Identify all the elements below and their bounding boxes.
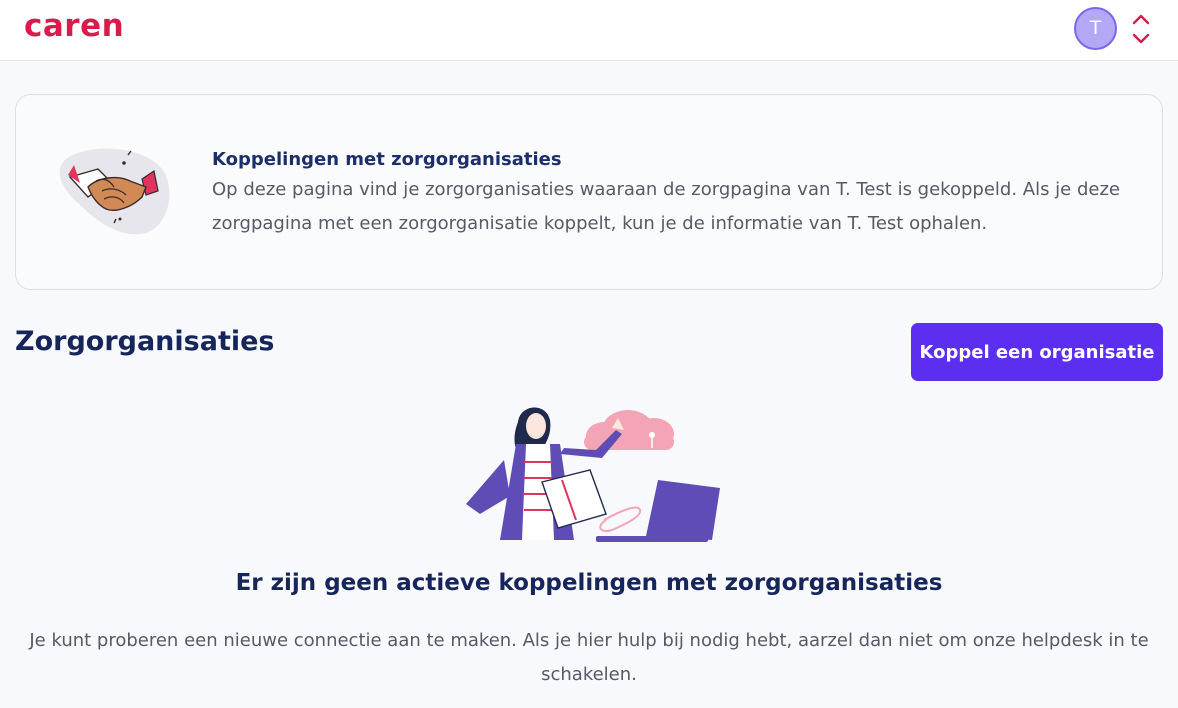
caren-logo[interactable]: caren — [24, 8, 124, 44]
chevron-up-down-icon[interactable] — [1128, 12, 1154, 46]
connect-organisation-button[interactable]: Koppel een organisatie — [911, 323, 1163, 381]
empty-state-description: Je kunt proberen een nieuwe connectie aa… — [29, 630, 1149, 685]
info-card: Koppelingen met zorgorganisaties Op deze… — [15, 94, 1163, 290]
user-avatar[interactable]: T — [1074, 7, 1117, 50]
top-bar: caren T — [0, 0, 1178, 61]
empty-state-illustration — [450, 400, 730, 550]
page-title: Zorgorganisaties — [15, 326, 275, 357]
info-card-title: Koppelingen met zorgorganisaties — [212, 149, 562, 170]
empty-state-title: Er zijn geen actieve koppelingen met zor… — [235, 570, 943, 596]
info-card-description: Op deze pagina vind je zorgorganisaties … — [212, 179, 1120, 234]
handshake-illustration — [58, 147, 178, 239]
